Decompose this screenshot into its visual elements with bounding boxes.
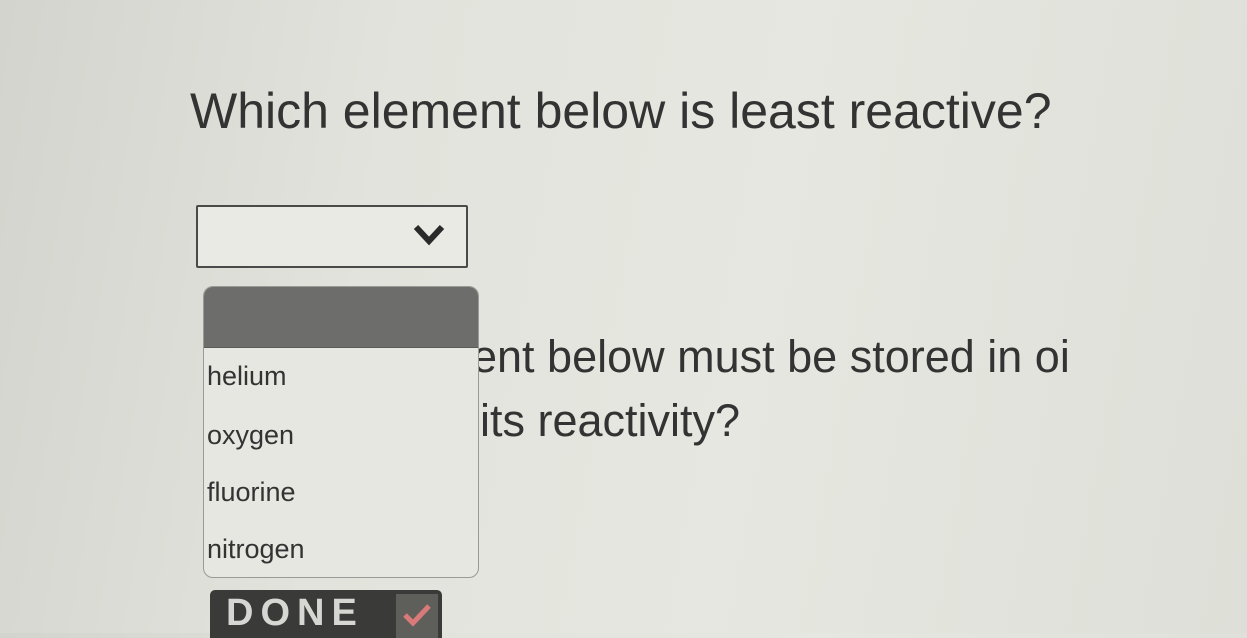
option-helium[interactable]: helium <box>207 361 287 392</box>
answer-select[interactable] <box>196 205 468 268</box>
done-check-box <box>396 594 438 638</box>
option-nitrogen[interactable]: nitrogen <box>207 534 305 565</box>
question-2-text-line-1: ent below must be stored in oi <box>472 331 1070 382</box>
question-2-text-line-2: its reactivity? <box>480 395 741 446</box>
chevron-down-icon <box>413 224 445 246</box>
dropdown-highlighted-blank-option[interactable] <box>204 287 478 348</box>
option-fluorine[interactable]: fluorine <box>207 477 296 508</box>
option-oxygen[interactable]: oxygen <box>207 420 294 451</box>
done-button-label: DONE <box>226 592 364 634</box>
done-button[interactable]: DONE <box>210 590 442 638</box>
checkmark-icon <box>403 604 431 627</box>
question-1-text: Which element below is least reactive? <box>190 83 1052 139</box>
dropdown-menu: helium oxygen fluorine nitrogen <box>203 286 479 578</box>
